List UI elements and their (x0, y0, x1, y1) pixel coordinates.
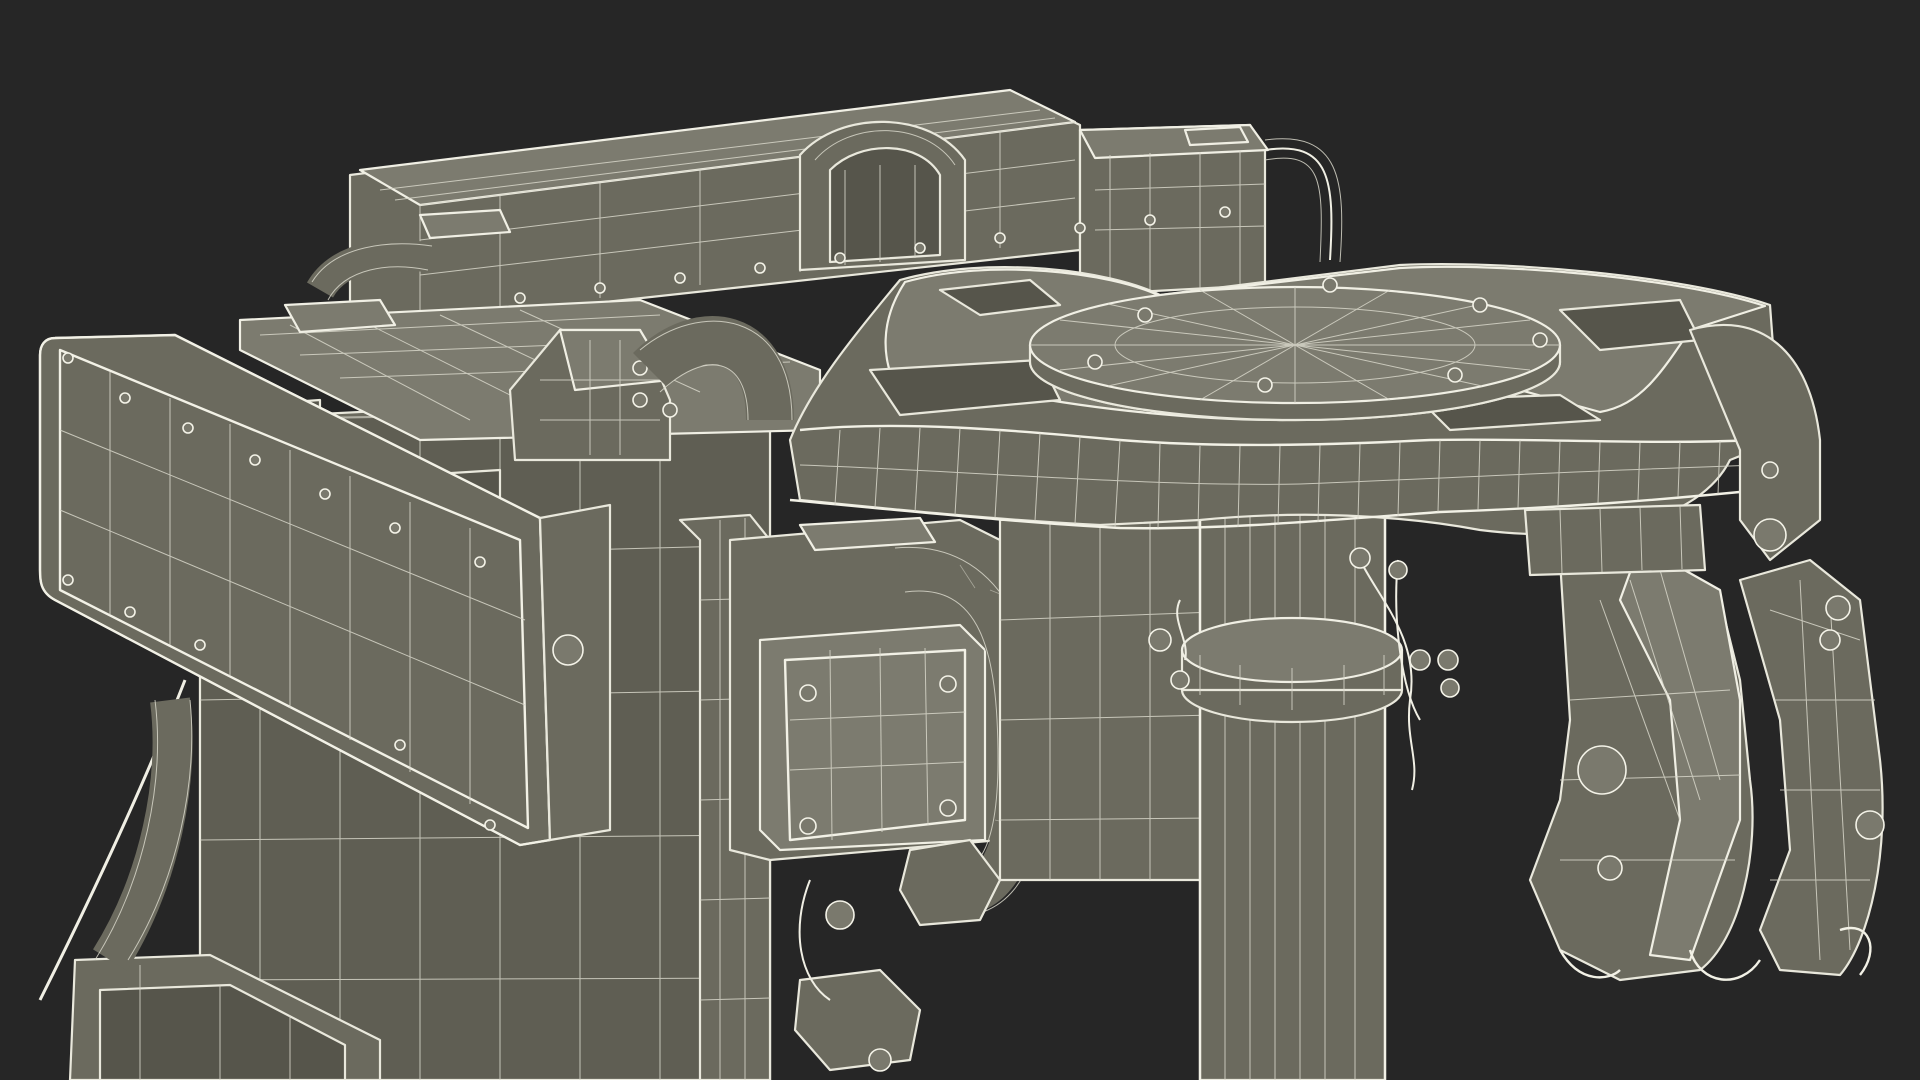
panel-side-plate (538, 503, 612, 842)
lower-fittings (793, 838, 1002, 1072)
central-column (1198, 508, 1387, 1080)
wireframe-model (38, 88, 1885, 1080)
left-hose-sleeve (92, 697, 193, 971)
render-viewport (0, 0, 1920, 1080)
rear-pipe-right (1264, 147, 1333, 261)
rear-right-block (1078, 123, 1270, 297)
gripper-knob-icon (1577, 745, 1627, 795)
hex-bolt-icon (552, 634, 584, 666)
gripper-bracket (1523, 503, 1707, 577)
rear-saddle-clamp (798, 120, 967, 272)
